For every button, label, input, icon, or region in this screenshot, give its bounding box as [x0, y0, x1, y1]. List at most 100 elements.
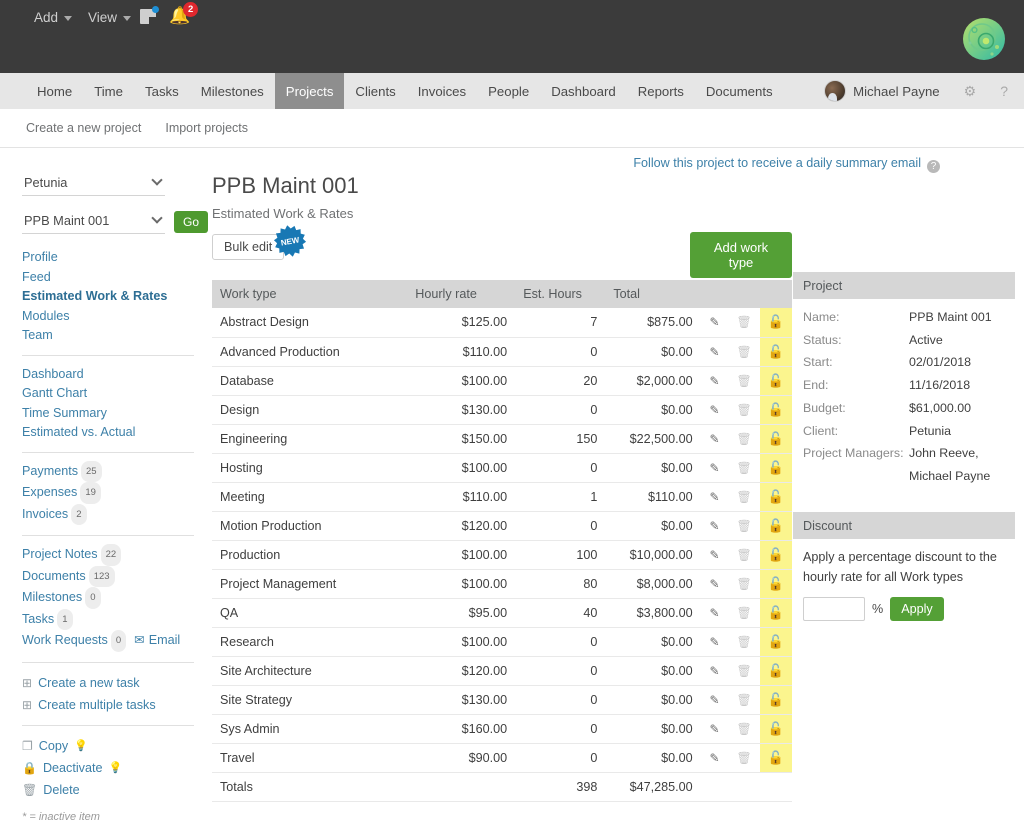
sidebar-item-invoices[interactable]: Invoices2 — [22, 505, 210, 527]
unlocked-padlock-icon[interactable]: 🔓 — [768, 605, 784, 620]
pencil-icon[interactable]: ✎ — [710, 345, 720, 359]
pencil-icon[interactable]: ✎ — [710, 461, 720, 475]
unlocked-padlock-icon[interactable]: 🔓 — [768, 431, 784, 446]
copy-project-action[interactable]: ❐ Copy 💡 — [22, 735, 210, 757]
unlocked-padlock-icon[interactable]: 🔓 — [768, 460, 784, 475]
sidebar-item-tasks[interactable]: Tasks1 — [22, 610, 210, 632]
pencil-icon[interactable]: ✎ — [710, 403, 720, 417]
unlocked-padlock-icon[interactable]: 🔓 — [768, 750, 784, 765]
create-new-task-action[interactable]: ⊞ Create a new task — [22, 672, 210, 694]
unlocked-padlock-icon[interactable]: 🔓 — [768, 314, 784, 329]
trash-icon[interactable]: 🗑 — [737, 374, 752, 388]
avatar[interactable] — [824, 80, 846, 102]
sidebar-item-payments[interactable]: Payments25 — [22, 462, 210, 484]
project-select[interactable]: PPB Maint 001 — [22, 210, 165, 234]
create-new-project-link[interactable]: Create a new project — [26, 121, 141, 135]
sidebar-item-milestones[interactable]: Milestones0 — [22, 588, 210, 610]
nav-item-documents[interactable]: Documents — [695, 73, 784, 109]
pencil-icon[interactable]: ✎ — [710, 751, 720, 765]
nav-item-reports[interactable]: Reports — [627, 73, 695, 109]
trash-icon[interactable]: 🗑 — [737, 461, 752, 475]
unlocked-padlock-icon[interactable]: 🔓 — [768, 547, 784, 562]
unlocked-padlock-icon[interactable]: 🔓 — [768, 402, 784, 417]
nav-item-invoices[interactable]: Invoices — [407, 73, 477, 109]
unlocked-padlock-icon[interactable]: 🔓 — [768, 721, 784, 736]
nav-item-dashboard[interactable]: Dashboard — [540, 73, 627, 109]
topbar-add-menu[interactable]: Add — [26, 5, 80, 30]
column-header-hourly-rate[interactable]: Hourly rate — [407, 280, 515, 308]
nav-item-milestones[interactable]: Milestones — [190, 73, 275, 109]
unlocked-padlock-icon[interactable]: 🔓 — [768, 518, 784, 533]
import-projects-link[interactable]: Import projects — [165, 121, 248, 135]
notifications-button[interactable]: 🔔 2 — [169, 7, 190, 26]
pencil-icon[interactable]: ✎ — [710, 606, 720, 620]
nav-item-clients[interactable]: Clients — [344, 73, 406, 109]
add-work-type-button[interactable]: Add work type — [690, 232, 792, 278]
sidebar-item-work-requests[interactable]: Work Requests0✉Email — [22, 631, 210, 653]
lightbulb-icon[interactable]: 💡 — [74, 735, 88, 757]
pencil-icon[interactable]: ✎ — [710, 548, 720, 562]
nav-item-people[interactable]: People — [477, 73, 540, 109]
sidebar-item-feed[interactable]: Feed — [22, 268, 210, 288]
bulk-edit-button[interactable]: Bulk edit — [212, 234, 284, 260]
sidebar-item-profile[interactable]: Profile — [22, 248, 210, 268]
unlocked-padlock-icon[interactable]: 🔓 — [768, 489, 784, 504]
client-select[interactable]: Petunia — [22, 172, 165, 196]
pencil-icon[interactable]: ✎ — [710, 664, 720, 678]
trash-icon[interactable]: 🗑 — [737, 693, 752, 707]
deactivate-project-action[interactable]: 🔒 Deactivate 💡 — [22, 757, 210, 779]
unlocked-padlock-icon[interactable]: 🔓 — [768, 663, 784, 678]
trash-icon[interactable]: 🗑 — [737, 577, 752, 591]
unlocked-padlock-icon[interactable]: 🔓 — [768, 634, 784, 649]
trash-icon[interactable]: 🗑 — [737, 403, 752, 417]
unlocked-padlock-icon[interactable]: 🔓 — [768, 576, 784, 591]
sidebar-item-modules[interactable]: Modules — [22, 307, 210, 327]
unlocked-padlock-icon[interactable]: 🔓 — [768, 344, 784, 359]
trash-icon[interactable]: 🗑 — [737, 432, 752, 446]
sidebar-item-estimated-vs-actual[interactable]: Estimated vs. Actual — [22, 423, 210, 443]
discount-input[interactable] — [803, 597, 865, 621]
pencil-icon[interactable]: ✎ — [710, 722, 720, 736]
column-header-est-hours[interactable]: Est. Hours — [515, 280, 605, 308]
pencil-icon[interactable]: ✎ — [710, 374, 720, 388]
trash-icon[interactable]: 🗑 — [737, 315, 752, 329]
pencil-icon[interactable]: ✎ — [710, 693, 720, 707]
column-header-total[interactable]: Total — [605, 280, 700, 308]
trash-icon[interactable]: 🗑 — [737, 664, 752, 678]
sidebar-item-documents[interactable]: Documents123 — [22, 567, 210, 589]
sidebar-item-dashboard[interactable]: Dashboard — [22, 365, 210, 385]
go-button[interactable]: Go — [174, 211, 208, 233]
trash-icon[interactable]: 🗑 — [737, 490, 752, 504]
topbar-view-menu[interactable]: View — [80, 5, 139, 30]
trash-icon[interactable]: 🗑 — [737, 548, 752, 562]
pencil-icon[interactable]: ✎ — [710, 519, 720, 533]
apply-discount-button[interactable]: Apply — [890, 597, 944, 621]
help-icon[interactable]: ? — [1000, 83, 1008, 99]
sidebar-item-team[interactable]: Team — [22, 326, 210, 346]
trash-icon[interactable]: 🗑 — [737, 751, 752, 765]
unlocked-padlock-icon[interactable]: 🔓 — [768, 373, 784, 388]
sidebar-item-time-summary[interactable]: Time Summary — [22, 404, 210, 424]
pencil-icon[interactable]: ✎ — [710, 577, 720, 591]
sidebar-item-estimated-work-rates[interactable]: Estimated Work & Rates — [22, 287, 210, 307]
current-user-name[interactable]: Michael Payne — [853, 84, 940, 99]
note-icon[interactable] — [140, 9, 156, 24]
sidebar-item-project-notes[interactable]: Project Notes22 — [22, 545, 210, 567]
lightbulb-icon[interactable]: 💡 — [108, 757, 122, 779]
nav-item-time[interactable]: Time — [83, 73, 134, 109]
unlocked-padlock-icon[interactable]: 🔓 — [768, 692, 784, 707]
nav-item-projects[interactable]: Projects — [275, 73, 345, 109]
gear-icon[interactable]: ⚙ — [964, 83, 977, 100]
pencil-icon[interactable]: ✎ — [710, 635, 720, 649]
work-requests-email-link[interactable]: Email — [149, 633, 181, 647]
nav-item-tasks[interactable]: Tasks — [134, 73, 190, 109]
sidebar-item-gantt-chart[interactable]: Gantt Chart — [22, 384, 210, 404]
column-header-work-type[interactable]: Work type — [212, 280, 407, 308]
pencil-icon[interactable]: ✎ — [710, 432, 720, 446]
pencil-icon[interactable]: ✎ — [710, 315, 720, 329]
nav-item-home[interactable]: Home — [26, 73, 83, 109]
delete-project-action[interactable]: 🗑 Delete — [22, 779, 210, 801]
sidebar-item-expenses[interactable]: Expenses19 — [22, 483, 210, 505]
trash-icon[interactable]: 🗑 — [737, 722, 752, 736]
trash-icon[interactable]: 🗑 — [737, 519, 752, 533]
